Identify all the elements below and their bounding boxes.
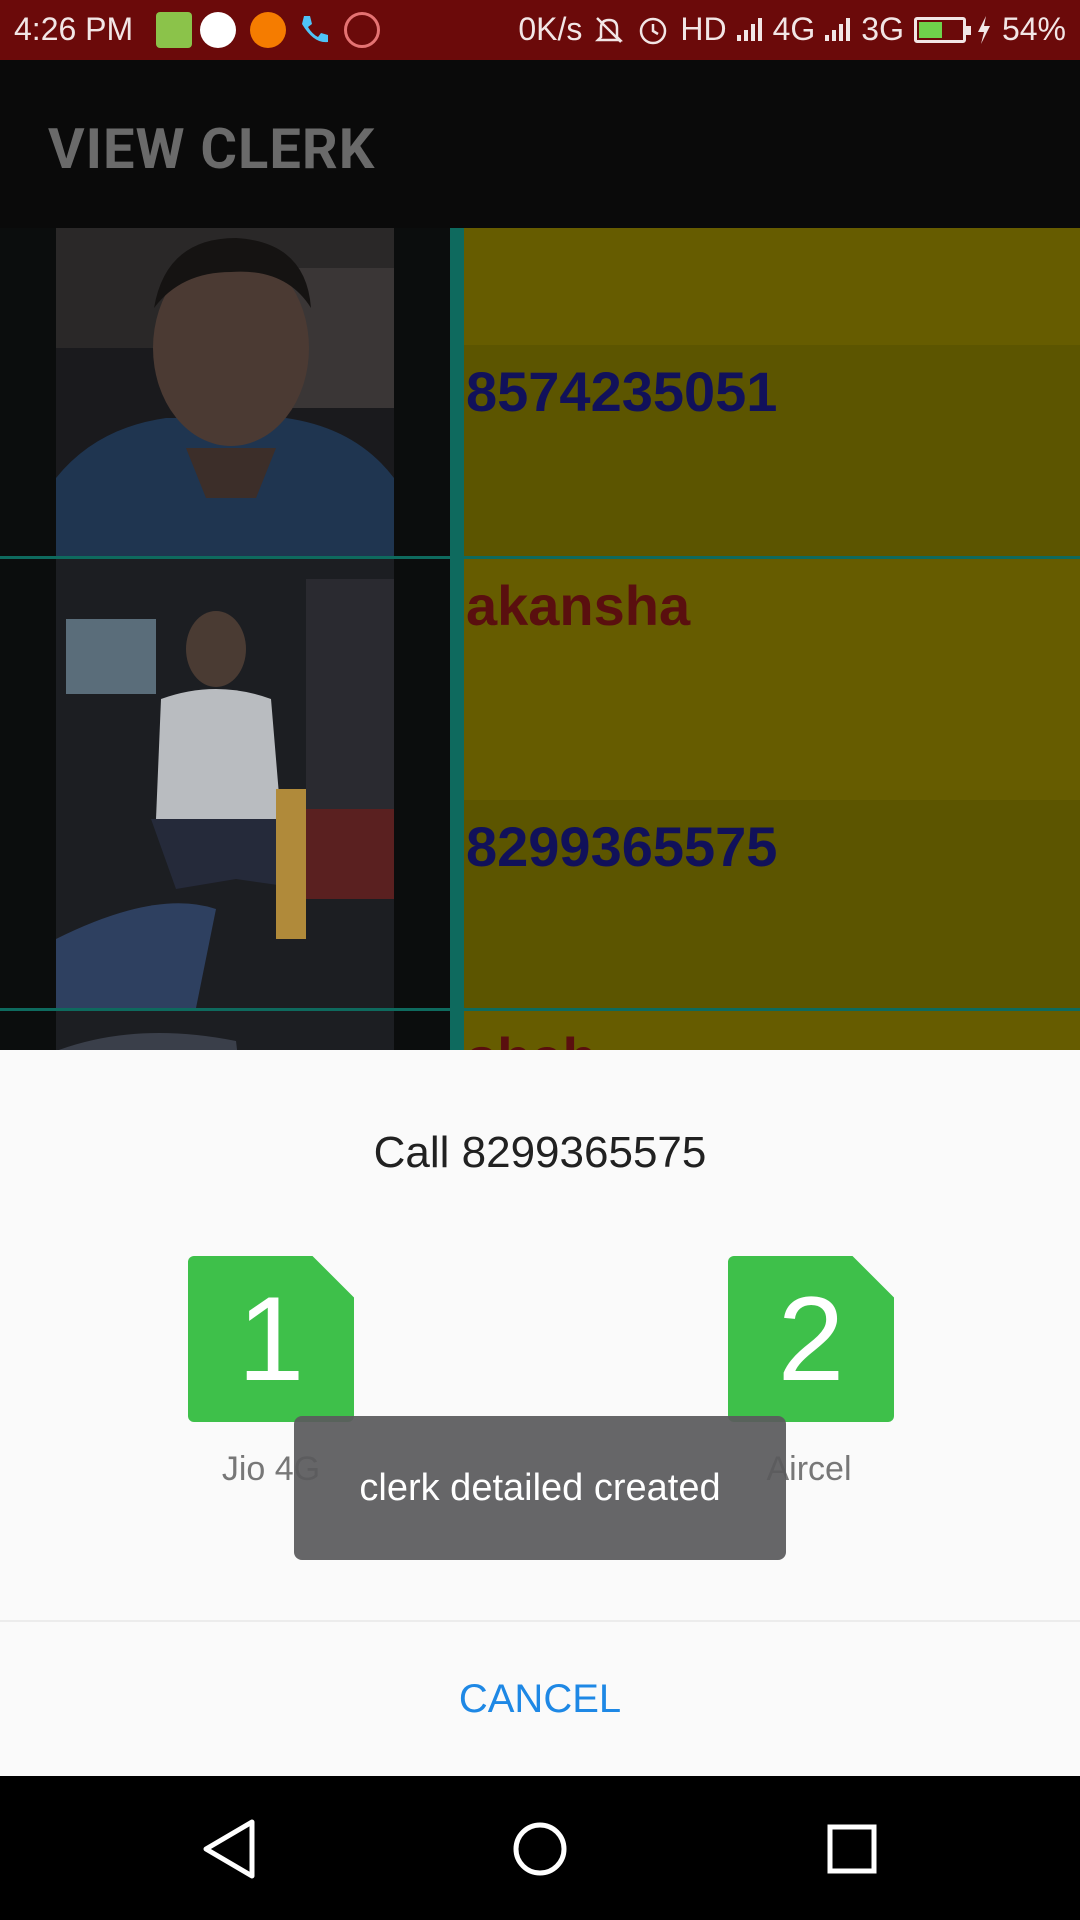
- sim-1-number: 1: [237, 1272, 305, 1406]
- sim-2-number: 2: [777, 1272, 845, 1406]
- missed-call-icon: [344, 12, 380, 48]
- dialog-title: Call 8299365575: [373, 1128, 707, 1177]
- battery-percent: 54%: [1001, 11, 1066, 47]
- phone-cell: 8574235051: [464, 345, 1080, 556]
- list-item[interactable]: akansha 8299365575: [0, 559, 1080, 1008]
- sim-2-button[interactable]: 2: [728, 1256, 894, 1422]
- phone-notification-icon: [200, 12, 236, 48]
- alarm-icon: [640, 17, 667, 44]
- network-type-1: 4G: [772, 11, 816, 47]
- call-notification-icon: [296, 12, 332, 48]
- screenshot-notification-icon: [250, 12, 286, 48]
- row-divider: [450, 559, 464, 1008]
- clerk-photo: [56, 559, 394, 1008]
- page-title: VIEW CLERK: [48, 116, 376, 182]
- clerk-photo: [56, 228, 394, 556]
- battery-icon: [913, 16, 971, 43]
- clerk-info: 8574235051: [464, 228, 1080, 556]
- status-time: 4:26 PM: [14, 11, 134, 47]
- network-type-2: 3G: [861, 11, 904, 47]
- recents-icon[interactable]: [817, 1814, 887, 1884]
- clerk-name: akansha: [466, 574, 691, 637]
- phone-cell: 8299365575: [464, 800, 1080, 1008]
- app-bar: VIEW CLERK: [0, 60, 1080, 228]
- name-cell: shah: [464, 1011, 1080, 1050]
- silent-icon: [595, 16, 624, 43]
- call-sim-dialog: Call 8299365575 1 Jio 4G 2 Aircel CANCEL: [0, 1050, 1080, 1776]
- sim-1-button[interactable]: 1: [188, 1256, 354, 1422]
- clerk-name: shah: [466, 1025, 597, 1050]
- clerk-phone[interactable]: 8574235051: [466, 359, 777, 424]
- row-divider: [450, 228, 464, 556]
- clerk-phone[interactable]: 8299365575: [466, 814, 777, 879]
- status-bar: 4:26 PM 0K/s HD 4G 3G 54%: [0, 0, 1080, 60]
- list-item[interactable]: shah: [0, 1011, 1080, 1050]
- back-icon[interactable]: [194, 1814, 264, 1884]
- row-divider: [450, 1011, 464, 1050]
- clerk-info: akansha 8299365575: [464, 559, 1080, 1008]
- charging-icon: [977, 15, 990, 44]
- name-cell: akansha: [464, 559, 1080, 800]
- home-icon[interactable]: [505, 1814, 575, 1884]
- navigation-bar: [0, 1776, 1080, 1920]
- list-item[interactable]: 8574235051: [0, 228, 1080, 556]
- toast-message: clerk detailed created: [294, 1416, 786, 1560]
- cancel-button[interactable]: CANCEL: [0, 1622, 1080, 1776]
- clerk-photo: [56, 1011, 394, 1050]
- signal-icon: [736, 17, 763, 43]
- net-speed: 0K/s: [518, 11, 583, 47]
- signal-icon-2: [825, 17, 851, 43]
- clerk-info: shah: [464, 1011, 1080, 1050]
- name-cell: [464, 228, 1080, 345]
- notification-app-icon: [156, 12, 192, 48]
- hd-indicator: HD: [680, 11, 727, 47]
- clerk-list[interactable]: 8574235051 akansha 8299365575: [0, 228, 1080, 1050]
